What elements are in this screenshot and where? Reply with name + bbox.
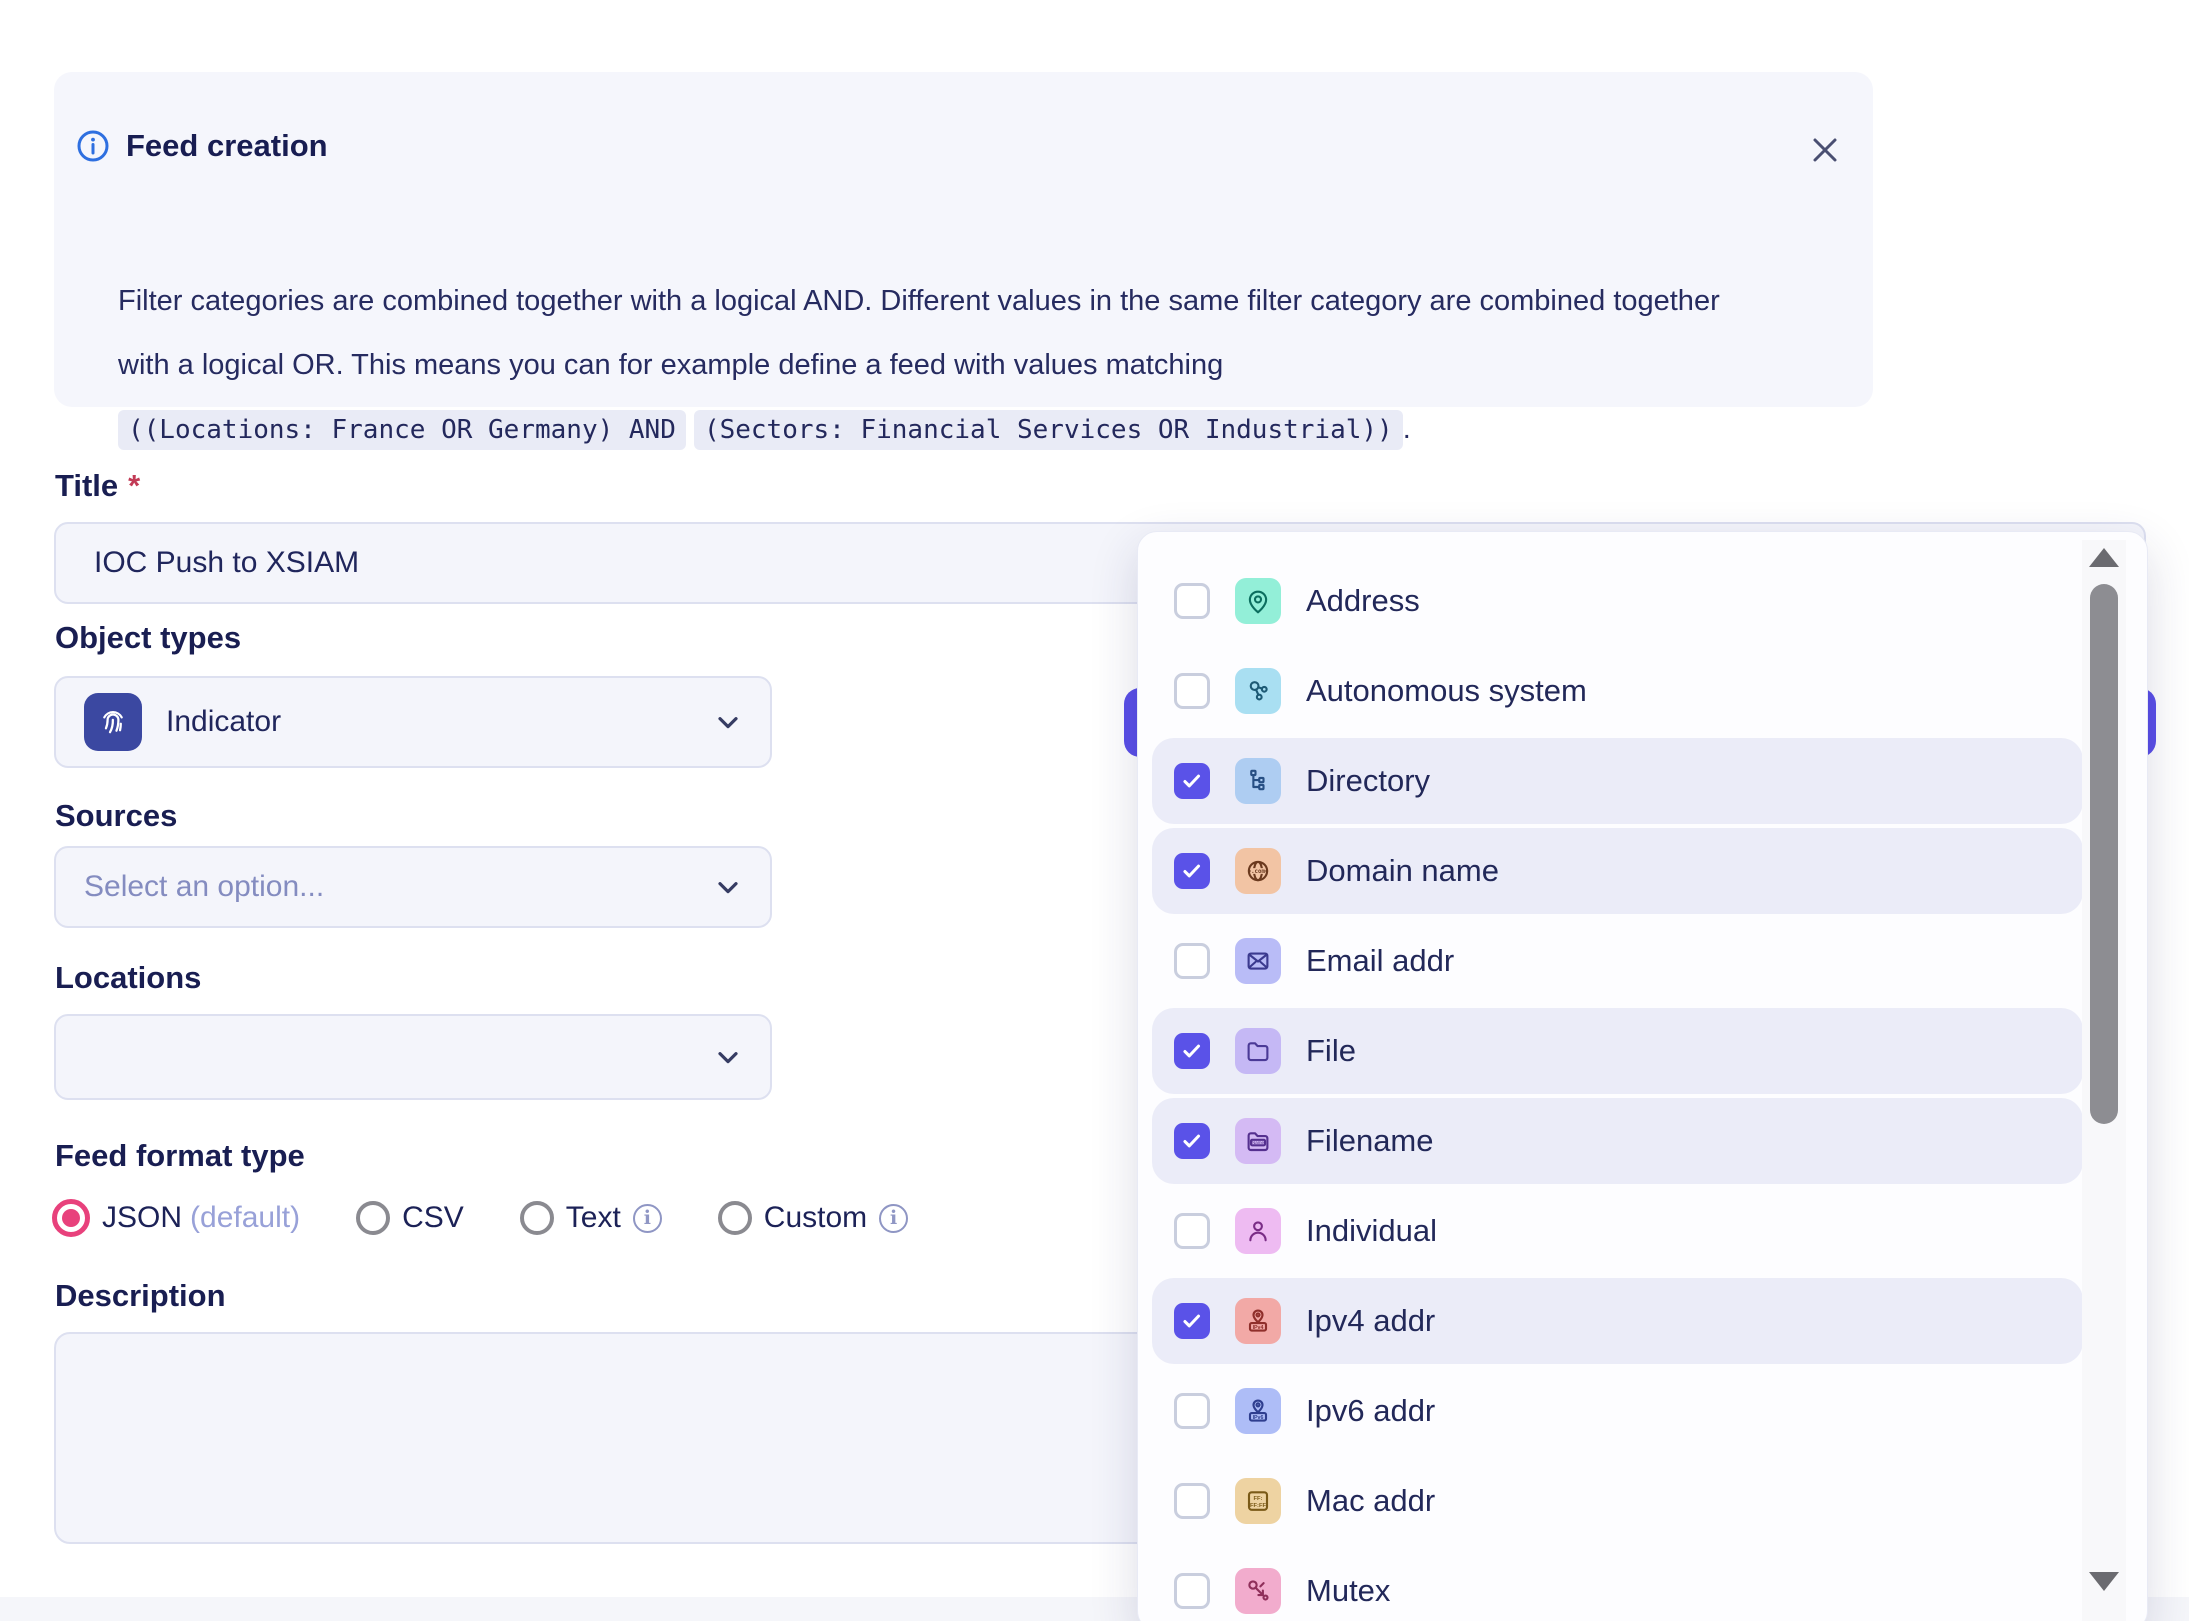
scrollbar-thumb[interactable] [2090, 584, 2118, 1124]
required-asterisk: * [128, 468, 140, 503]
format-option-json[interactable]: JSON(default) [52, 1199, 300, 1237]
checkbox-checked-icon[interactable] [1174, 853, 1210, 889]
object-type-label: Address [1306, 583, 1420, 619]
svg-text:Name: Name [1252, 1140, 1265, 1145]
mac-addr-icon: FF:FF:FF [1235, 1478, 1281, 1524]
object-type-label: File [1306, 1033, 1356, 1069]
object-type-label: Ipv6 addr [1306, 1393, 1435, 1429]
info-banner-description: Filter categories are combined together … [118, 269, 1738, 462]
object-type-label: Autonomous system [1306, 673, 1587, 709]
checkbox-unchecked-icon[interactable] [1174, 1393, 1210, 1429]
sources-placeholder: Select an option... [84, 870, 324, 904]
checkbox-checked-icon[interactable] [1174, 1123, 1210, 1159]
checkbox-unchecked-icon[interactable] [1174, 1483, 1210, 1519]
object-type-row-domain-name[interactable]: .com Domain name [1152, 828, 2083, 914]
fingerprint-icon [84, 693, 142, 751]
checkbox-unchecked-icon[interactable] [1174, 1573, 1210, 1609]
svg-text:IPv4: IPv4 [1253, 1325, 1264, 1331]
locations-select[interactable] [54, 1014, 772, 1100]
object-types-label: Object types [55, 620, 241, 656]
object-type-row-mutex[interactable]: Mutex [1152, 1548, 2083, 1621]
object-type-label: Email addr [1306, 943, 1454, 979]
format-option-csv[interactable]: CSV [356, 1201, 464, 1235]
radio-unselected-icon[interactable] [520, 1201, 554, 1235]
address-pin-icon [1235, 578, 1281, 624]
info-banner-title: Feed creation [126, 128, 328, 164]
checkbox-unchecked-icon[interactable] [1174, 673, 1210, 709]
object-type-label: Ipv4 addr [1306, 1303, 1435, 1339]
checkbox-checked-icon[interactable] [1174, 763, 1210, 799]
format-option-label: JSON [102, 1201, 182, 1235]
checkbox-unchecked-icon[interactable] [1174, 583, 1210, 619]
object-types-dropdown: Address Autonomous system Directory .com Dom… [1137, 531, 2148, 1621]
description-label: Description [55, 1278, 226, 1314]
object-type-row-ipv6-addr[interactable]: IPv6 Ipv6 addr [1152, 1368, 2083, 1454]
title-label: Title* [55, 468, 140, 504]
locations-label: Locations [55, 960, 201, 996]
ipv4-icon: IPv4 [1235, 1298, 1281, 1344]
scrollbar-up-arrow-icon[interactable] [2089, 548, 2119, 567]
info-tooltip-icon[interactable]: i [633, 1204, 662, 1233]
info-tooltip-icon[interactable]: i [879, 1204, 908, 1233]
object-type-row-filename[interactable]: Name Filename [1152, 1098, 2083, 1184]
radio-unselected-icon[interactable] [356, 1201, 390, 1235]
format-option-label: Custom [764, 1201, 867, 1235]
directory-tree-icon [1235, 758, 1281, 804]
feed-format-radio-group: JSON(default)CSVTextiCustomi [52, 1192, 908, 1244]
autonomous-system-icon [1235, 668, 1281, 714]
object-types-list: Address Autonomous system Directory .com Dom… [1152, 558, 2083, 1621]
feed-creation-dialog: Feed creation Filter categories are comb… [0, 0, 2189, 1621]
chevron-down-icon [712, 1041, 744, 1073]
format-option-label: CSV [402, 1201, 464, 1235]
object-types-value: Indicator [166, 705, 281, 739]
object-type-row-individual[interactable]: Individual [1152, 1188, 2083, 1274]
object-type-row-autonomous-system[interactable]: Autonomous system [1152, 648, 2083, 734]
object-types-select[interactable]: Indicator [54, 676, 772, 768]
radio-unselected-icon[interactable] [718, 1201, 752, 1235]
object-type-label: Directory [1306, 763, 1430, 799]
format-option-suffix: (default) [190, 1201, 300, 1235]
filter-example-code-1: ((Locations: France OR Germany) AND [118, 410, 686, 450]
svg-text:.com: .com [1251, 869, 1265, 875]
checkbox-unchecked-icon[interactable] [1174, 1213, 1210, 1249]
sources-label: Sources [55, 798, 177, 834]
scrollbar-down-arrow-icon[interactable] [2089, 1572, 2119, 1591]
object-type-row-file[interactable]: File [1152, 1008, 2083, 1094]
checkbox-unchecked-icon[interactable] [1174, 943, 1210, 979]
object-type-row-address[interactable]: Address [1152, 558, 2083, 644]
object-type-label: Individual [1306, 1213, 1437, 1249]
domain-globe-icon: .com [1235, 848, 1281, 894]
object-type-label: Filename [1306, 1123, 1434, 1159]
radio-selected-icon[interactable] [52, 1199, 90, 1237]
sources-select[interactable]: Select an option... [54, 846, 772, 928]
email-envelope-icon [1235, 938, 1281, 984]
object-type-row-mac-addr[interactable]: FF:FF:FF Mac addr [1152, 1458, 2083, 1544]
person-icon [1235, 1208, 1281, 1254]
svg-text:FF:: FF: [1254, 1496, 1263, 1502]
chevron-down-icon [712, 871, 744, 903]
checkbox-checked-icon[interactable] [1174, 1033, 1210, 1069]
filename-icon: Name [1235, 1118, 1281, 1164]
format-option-text[interactable]: Texti [520, 1201, 662, 1235]
ipv6-icon: IPv6 [1235, 1388, 1281, 1434]
chevron-down-icon [712, 706, 744, 738]
format-option-label: Text [566, 1201, 621, 1235]
object-type-row-directory[interactable]: Directory [1152, 738, 2083, 824]
object-type-label: Domain name [1306, 853, 1499, 889]
svg-text:IPv6: IPv6 [1253, 1415, 1264, 1421]
checkbox-checked-icon[interactable] [1174, 1303, 1210, 1339]
object-type-label: Mutex [1306, 1573, 1390, 1609]
svg-text:FF:FF: FF:FF [1250, 1503, 1266, 1509]
info-circle-icon [76, 129, 110, 163]
object-type-row-email-addr[interactable]: Email addr [1152, 918, 2083, 1004]
filter-example-code-2: (Sectors: Financial Services OR Industri… [694, 410, 1403, 450]
object-type-label: Mac addr [1306, 1483, 1435, 1519]
info-banner: Feed creation Filter categories are comb… [54, 72, 1873, 407]
object-type-row-ipv4-addr[interactable]: IPv4 Ipv4 addr [1152, 1278, 2083, 1364]
mutex-icon [1235, 1568, 1281, 1614]
format-option-custom[interactable]: Customi [718, 1201, 908, 1235]
feed-format-type-label: Feed format type [55, 1138, 305, 1174]
close-icon[interactable] [1805, 130, 1845, 170]
file-folder-icon [1235, 1028, 1281, 1074]
